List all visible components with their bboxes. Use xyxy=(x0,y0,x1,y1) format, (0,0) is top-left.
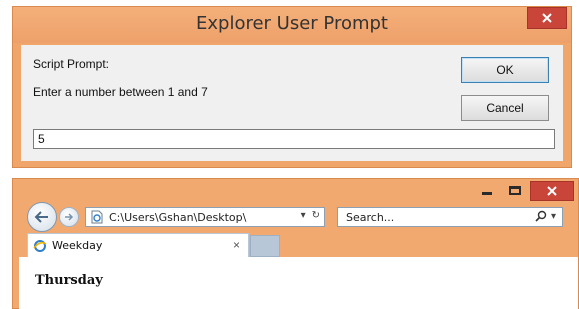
back-button[interactable] xyxy=(27,202,57,232)
page-content: Thursday xyxy=(19,257,578,309)
search-placeholder: Search... xyxy=(346,210,395,224)
minimize-icon xyxy=(482,191,492,195)
forward-button[interactable] xyxy=(59,207,79,227)
dialog-close-button[interactable] xyxy=(527,7,567,29)
ok-button[interactable]: OK xyxy=(461,57,549,83)
search-icon[interactable] xyxy=(535,210,547,222)
dialog-titlebar[interactable]: Explorer User Prompt xyxy=(13,7,571,43)
forward-arrow-icon xyxy=(65,213,74,221)
back-arrow-icon xyxy=(34,211,48,223)
browser-window: C:\Users\Gshan\Desktop\ ▾ ↻ Search... ▾ xyxy=(12,178,579,309)
dropdown-arrow-icon[interactable]: ▾ xyxy=(301,210,306,221)
refresh-icon[interactable]: ↻ xyxy=(312,210,320,221)
search-input[interactable]: Search... ▾ xyxy=(337,207,563,227)
ie-logo-icon xyxy=(32,238,48,254)
maximize-button[interactable] xyxy=(502,181,528,199)
script-prompt-label: Script Prompt: xyxy=(33,57,110,71)
page-content-text: Thursday xyxy=(35,273,103,288)
address-bar[interactable]: C:\Users\Gshan\Desktop\ ▾ ↻ xyxy=(85,207,325,227)
tab-bar: Weekday × xyxy=(21,233,579,257)
dialog-body: Script Prompt: Enter a number between 1 … xyxy=(21,45,563,161)
minimize-button[interactable] xyxy=(474,181,500,199)
maximize-icon xyxy=(509,185,521,195)
prompt-message: Enter a number between 1 and 7 xyxy=(33,85,208,99)
tab-weekday[interactable]: Weekday × xyxy=(27,233,249,257)
window-controls xyxy=(474,181,574,201)
dialog-title: Explorer User Prompt xyxy=(196,13,388,34)
prompt-input[interactable] xyxy=(33,129,555,149)
address-tools: ▾ ↻ xyxy=(301,210,320,221)
navigation-bar: C:\Users\Gshan\Desktop\ ▾ ↻ Search... ▾ xyxy=(21,201,579,232)
tab-label: Weekday xyxy=(52,239,103,252)
page-icon xyxy=(90,210,104,224)
window-close-button[interactable] xyxy=(530,181,574,201)
dropdown-arrow-icon[interactable]: ▾ xyxy=(551,211,556,222)
tab-close-icon[interactable]: × xyxy=(233,238,240,252)
close-icon xyxy=(542,13,552,23)
close-icon xyxy=(547,186,557,196)
search-tools: ▾ xyxy=(535,210,556,222)
new-tab-button[interactable] xyxy=(250,235,280,257)
address-text: C:\Users\Gshan\Desktop\ xyxy=(109,210,247,224)
cancel-button[interactable]: Cancel xyxy=(461,95,549,121)
explorer-user-prompt-dialog: Explorer User Prompt Script Prompt: Ente… xyxy=(12,6,572,168)
